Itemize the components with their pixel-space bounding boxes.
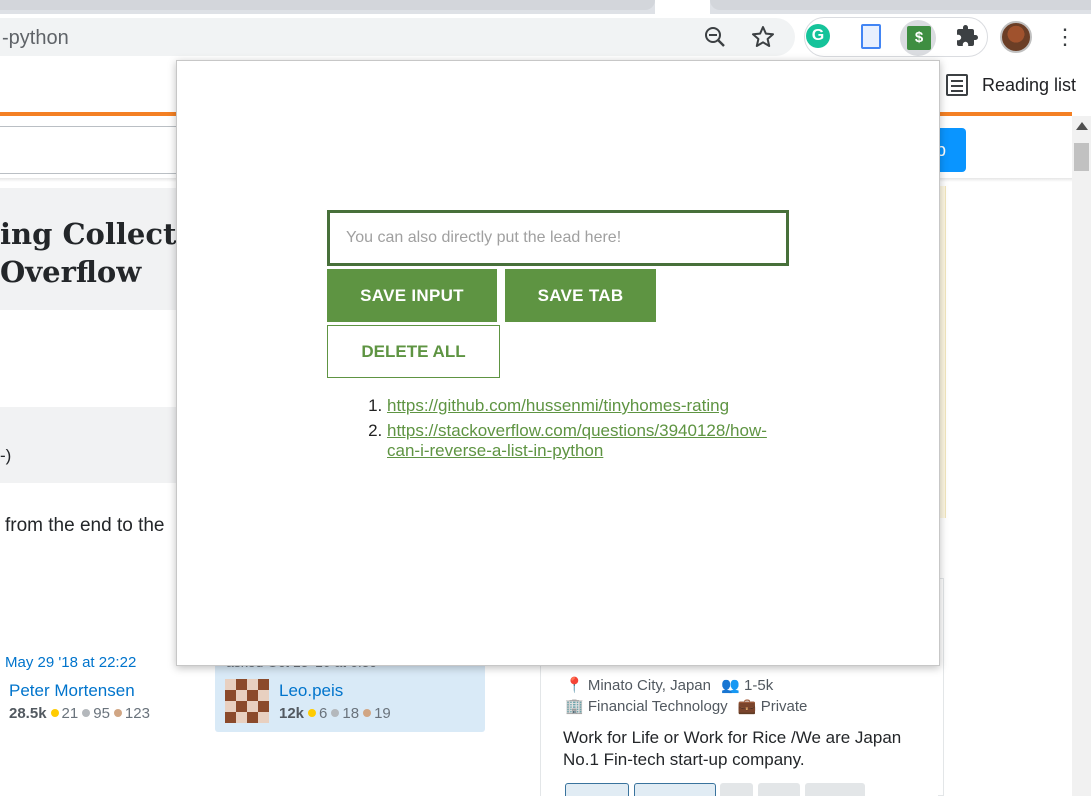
code-block — [0, 407, 180, 483]
asker-rep: 12k — [279, 705, 305, 722]
extension-popup — [176, 60, 940, 666]
reading-list-label[interactable]: Reading list — [982, 75, 1076, 96]
editor-gold: 21 — [61, 705, 79, 722]
tab-inactive-right[interactable] — [710, 0, 1091, 10]
asker-silver: 18 — [342, 705, 360, 722]
job-location-row: 📍 Minato City, Japan 👥 1-5k — [565, 676, 773, 694]
asker-bronze: 19 — [374, 705, 391, 722]
job-description: Work for Life or Work for Rice /We are J… — [563, 728, 902, 769]
asker-name-link[interactable]: Leo.peis — [279, 681, 343, 701]
location-pin-icon: 📍 — [565, 677, 584, 694]
building-icon: 🏢 — [565, 698, 584, 715]
editor-rep: 28.5k — [9, 705, 47, 722]
silver-badge-icon — [331, 709, 340, 717]
silver-badge-icon — [82, 709, 91, 717]
address-text: -python — [2, 27, 69, 49]
tab-active[interactable] — [655, 0, 710, 14]
gold-badge-icon — [50, 709, 59, 717]
more-menu-icon[interactable]: ⋮ — [1054, 22, 1076, 52]
scroll-up-arrow-icon[interactable] — [1076, 122, 1088, 130]
answer-text: from the end to the — [5, 515, 165, 536]
job-tag[interactable] — [805, 783, 865, 796]
tab-inactive-left[interactable] — [0, 0, 655, 10]
bronze-badge-icon — [363, 709, 372, 717]
lead-input[interactable] — [327, 210, 789, 266]
address-bar[interactable]: -python — [0, 18, 795, 56]
bronze-badge-icon — [113, 709, 122, 717]
job-type: Private — [760, 698, 808, 715]
code-snippet: -) — [0, 446, 12, 465]
people-icon: 👥 — [721, 677, 740, 694]
editor-stats: 28.5k 21 95 123 — [9, 705, 150, 722]
browser-window: -python G $ ⋮ Reading list p ing Collect… — [0, 0, 1091, 796]
editor-silver: 95 — [93, 705, 110, 722]
briefcase-icon: 💼 — [737, 698, 757, 715]
lead-link[interactable]: https://stackoverflow.com/questions/3940… — [387, 421, 767, 460]
scroll-thumb[interactable] — [1074, 143, 1089, 171]
lead-link[interactable]: https://github.com/hussenmi/tinyhomes-ra… — [387, 396, 729, 415]
job-tag[interactable] — [634, 783, 716, 796]
save-input-button[interactable]: SAVE INPUT — [327, 269, 497, 322]
extensions-puzzle-icon[interactable] — [955, 24, 979, 54]
page-scrollbar[interactable] — [1072, 116, 1091, 796]
job-tag[interactable] — [565, 783, 629, 796]
lead-item: https://stackoverflow.com/questions/3940… — [387, 421, 797, 461]
save-tab-button[interactable]: SAVE TAB — [505, 269, 656, 322]
delete-all-button[interactable]: DELETE ALL — [327, 325, 500, 378]
job-tag[interactable] — [758, 783, 800, 796]
collective-title: ing Collectiv Overflow — [0, 215, 204, 291]
bookmark-star-icon[interactable] — [750, 25, 776, 51]
editor-name-link[interactable]: Peter Mortensen — [9, 681, 135, 701]
leads-tracker-extension-icon[interactable]: $ — [907, 26, 931, 50]
grammarly-extension-icon[interactable]: G — [806, 24, 830, 48]
collective-title-line1: ing Collectiv — [0, 217, 205, 251]
gold-badge-icon — [308, 709, 317, 717]
editor-bronze: 123 — [124, 705, 150, 722]
profile-avatar[interactable] — [1000, 21, 1032, 53]
job-company-size: 1-5k — [744, 677, 774, 694]
job-location: Minato City, Japan — [587, 677, 711, 694]
job-industry-row: 🏢 Financial Technology 💼 Private — [565, 697, 807, 715]
asker-avatar[interactable] — [225, 679, 269, 723]
lead-item: https://github.com/hussenmi/tinyhomes-ra… — [387, 396, 797, 416]
reading-list-icon[interactable] — [946, 74, 968, 96]
tab-strip — [0, 0, 1091, 14]
zoom-out-icon[interactable] — [702, 25, 728, 51]
job-industry: Financial Technology — [587, 698, 728, 715]
leads-list: https://github.com/hussenmi/tinyhomes-ra… — [387, 396, 797, 466]
job-tag[interactable] — [720, 783, 753, 796]
asker-stats: 12k 6 18 19 — [279, 705, 391, 722]
edited-date-link[interactable]: May 29 '18 at 22:22 — [5, 654, 136, 671]
docs-extension-icon[interactable] — [861, 24, 881, 49]
collective-title-line2: Overflow — [0, 255, 142, 289]
site-search-input[interactable] — [0, 126, 180, 174]
asker-gold: 6 — [319, 705, 328, 722]
